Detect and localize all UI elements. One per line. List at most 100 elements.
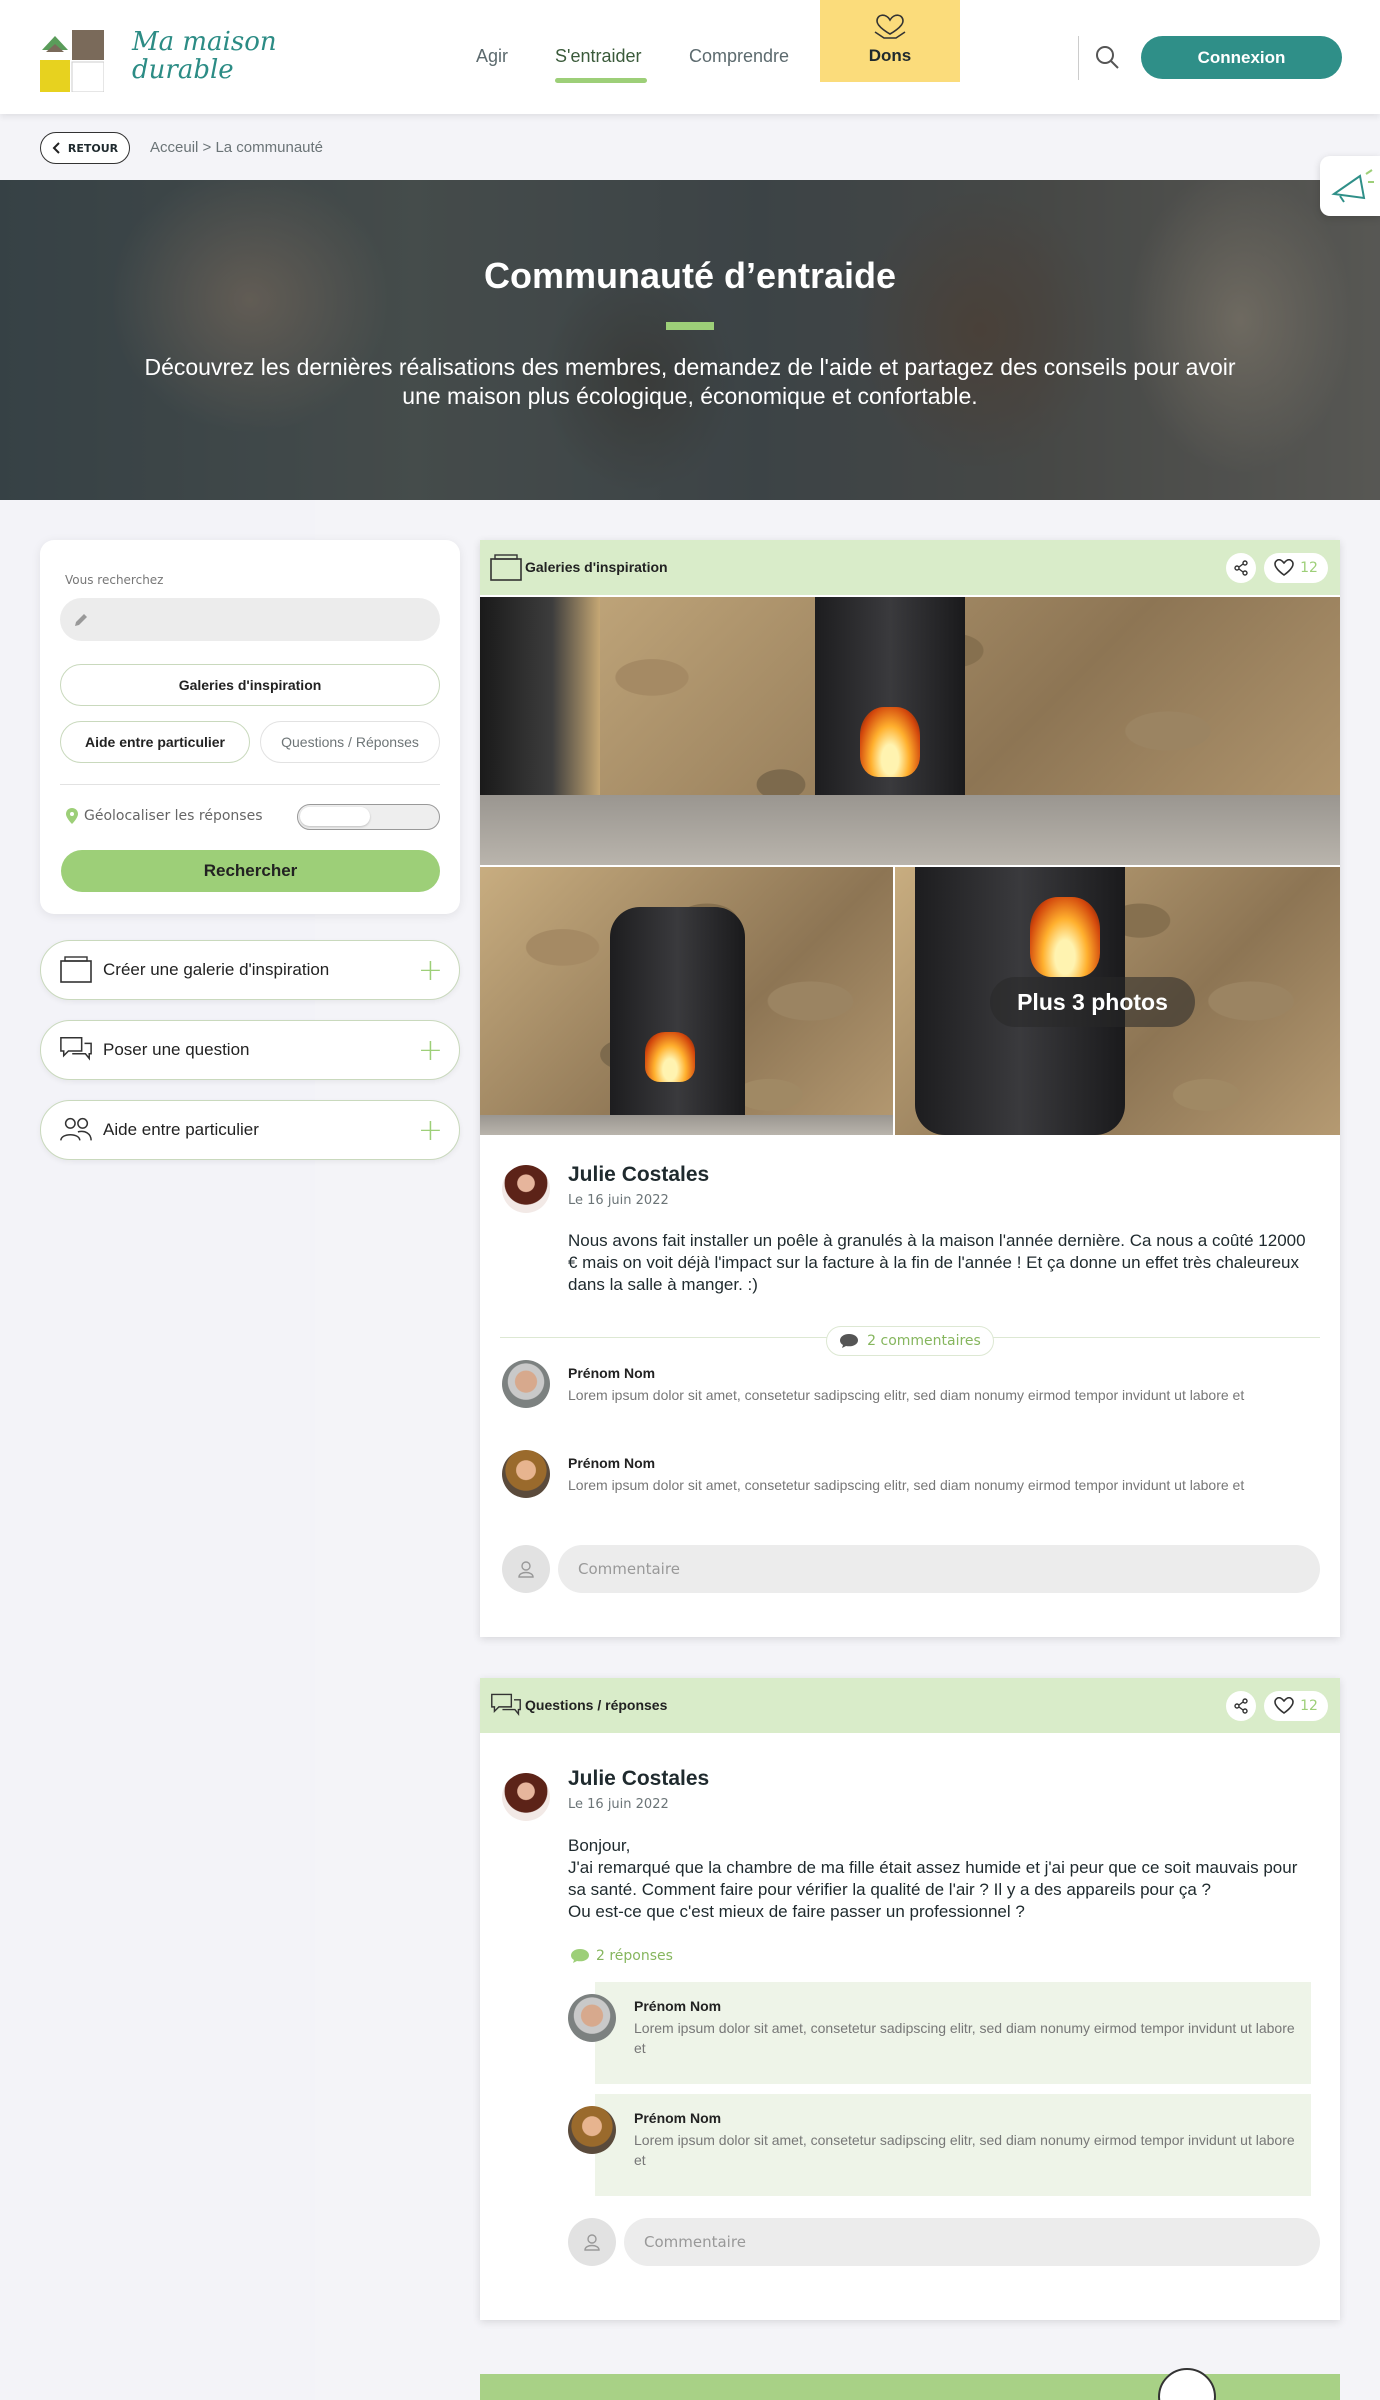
- chevron-left-icon: [52, 142, 60, 154]
- plus-icon: +: [417, 952, 443, 988]
- post-header: Questions / réponses 12: [480, 1678, 1340, 1733]
- like-count: 12: [1300, 560, 1318, 576]
- breadcrumb[interactable]: Acceuil > La communauté: [150, 139, 323, 156]
- gallery-icon: [59, 955, 93, 985]
- page-title: Communauté d’entraide: [483, 255, 897, 296]
- photo-detail: [480, 1115, 893, 1135]
- login-button[interactable]: Connexion: [1141, 36, 1342, 79]
- title-accent-bar: [666, 322, 714, 330]
- like-button[interactable]: 12: [1264, 553, 1328, 583]
- gallery-icon: [490, 554, 522, 581]
- post-card-question: Questions / réponses 12 Julie Costales L…: [480, 1678, 1340, 2320]
- filter-aide[interactable]: Aide entre particulier: [60, 721, 250, 763]
- pencil-icon: [75, 614, 87, 626]
- ask-question-button[interactable]: Poser une question +: [40, 1020, 460, 1080]
- page-subtitle: Découvrez les dernières réalisations des…: [144, 354, 1236, 409]
- brand-name[interactable]: Ma maison durable: [132, 28, 277, 84]
- comment-author[interactable]: Prénom Nom: [568, 1455, 655, 1471]
- heart-icon: [1274, 1697, 1294, 1714]
- reply-text: Lorem ipsum dolor sit amet, consetetur s…: [634, 2132, 1295, 2168]
- post-photo-2[interactable]: [480, 867, 893, 1135]
- comments-count: 2 commentaires: [867, 1333, 981, 1349]
- toggle-knob: [300, 807, 370, 826]
- back-button[interactable]: RETOUR: [40, 132, 130, 164]
- peer-help-button[interactable]: Aide entre particulier +: [40, 1100, 460, 1160]
- post-body-line: J'ai remarqué que la chambre de ma fille…: [568, 1858, 1298, 1899]
- ask-question-label: Poser une question: [103, 1040, 250, 1059]
- share-icon: [1234, 1698, 1248, 1714]
- post-card-gallery: Galeries d'inspiration 12 Plus 3 photos …: [480, 540, 1340, 1637]
- share-button[interactable]: [1226, 1691, 1256, 1721]
- hero-overlay: [0, 180, 1380, 500]
- avatar[interactable]: [568, 2106, 616, 2154]
- post-photo-main[interactable]: [480, 597, 1340, 865]
- dons-label: Dons: [868, 46, 912, 65]
- filter-questions[interactable]: Questions / Réponses: [260, 721, 440, 763]
- post-date: Le 16 juin 2022: [568, 1193, 669, 1208]
- comment-input[interactable]: Commentaire: [558, 1545, 1320, 1593]
- plus-icon: +: [417, 1112, 443, 1148]
- comment-input[interactable]: Commentaire: [624, 2218, 1320, 2266]
- geolocate-label: Géolocaliser les réponses: [66, 808, 263, 824]
- create-gallery-label: Créer une galerie d'inspiration: [103, 960, 330, 979]
- share-icon: [1234, 560, 1248, 576]
- post-header: Galeries d'inspiration 12: [480, 540, 1340, 595]
- brand-name-line2: durable: [132, 55, 234, 85]
- avatar[interactable]: [502, 1450, 550, 1498]
- photo-detail: [815, 597, 965, 865]
- post-body-line: Ou est-ce que c'est mieux de faire passe…: [568, 1902, 1025, 1921]
- like-count: 12: [1300, 1698, 1318, 1714]
- avatar[interactable]: [502, 1773, 550, 1821]
- avatar[interactable]: [502, 1360, 550, 1408]
- comment-bubble-icon: [840, 1334, 859, 1348]
- nav-sentraider[interactable]: S'entraider: [555, 46, 641, 67]
- search-submit-button[interactable]: Rechercher: [61, 850, 440, 892]
- chat-bubbles-icon: [491, 1693, 521, 1717]
- replies-toggle[interactable]: 2 réponses: [570, 1948, 673, 1964]
- dons-button[interactable]: Dons: [820, 0, 960, 82]
- comment-text: Lorem ipsum dolor sit amet, consetetur s…: [568, 1387, 1245, 1403]
- filter-galeries[interactable]: Galeries d'inspiration: [60, 664, 440, 706]
- search-divider: [60, 784, 440, 785]
- post-category: Galeries d'inspiration: [525, 559, 668, 575]
- post-photo-3[interactable]: Plus 3 photos: [895, 867, 1340, 1135]
- post-author[interactable]: Julie Costales: [568, 1163, 709, 1187]
- announcement-float-button[interactable]: [1320, 156, 1380, 216]
- nav-agir[interactable]: Agir: [476, 46, 508, 67]
- plus-icon: +: [417, 1032, 443, 1068]
- brand-name-line1: Ma maison: [132, 27, 277, 57]
- comment-bubble-icon: [571, 1949, 589, 1963]
- search-panel: Vous recherchez Galeries d'inspiration A…: [40, 540, 460, 914]
- nav-comprendre[interactable]: Comprendre: [689, 46, 789, 67]
- share-button[interactable]: [1226, 553, 1256, 583]
- like-button[interactable]: 12: [1264, 1691, 1328, 1721]
- comments-toggle[interactable]: 2 commentaires: [826, 1326, 994, 1356]
- location-pin-icon: [66, 808, 78, 824]
- reply-text: Lorem ipsum dolor sit amet, consetetur s…: [634, 2020, 1295, 2056]
- heart-icon: [1274, 559, 1294, 576]
- avatar[interactable]: [502, 1165, 550, 1213]
- photo-detail: [645, 1032, 695, 1082]
- peer-help-label: Aide entre particulier: [103, 1120, 259, 1139]
- create-gallery-button[interactable]: Créer une galerie d'inspiration +: [40, 940, 460, 1000]
- avatar[interactable]: [568, 1994, 616, 2042]
- geolocate-toggle[interactable]: [297, 804, 440, 830]
- current-user-avatar: [568, 2218, 616, 2266]
- comment-text: Lorem ipsum dolor sit amet, consetetur s…: [568, 1477, 1245, 1493]
- search-icon[interactable]: [1094, 44, 1120, 70]
- nav-active-indicator: [555, 78, 647, 83]
- current-user-avatar: [502, 1545, 550, 1593]
- comment-author[interactable]: Prénom Nom: [568, 1365, 655, 1381]
- reply-author[interactable]: Prénom Nom: [634, 2110, 721, 2126]
- more-photos-badge[interactable]: Plus 3 photos: [990, 977, 1195, 1027]
- post-body-line: Bonjour,: [568, 1836, 631, 1855]
- user-icon: [518, 1561, 534, 1578]
- brand-logo[interactable]: [40, 30, 105, 93]
- chat-bubbles-icon: [59, 1035, 93, 1065]
- post-body: Bonjour, J'ai remarqué que la chambre de…: [568, 1835, 1318, 1923]
- post-date: Le 16 juin 2022: [568, 1797, 669, 1812]
- geolocate-text: Géolocaliser les réponses: [84, 808, 263, 824]
- reply-author[interactable]: Prénom Nom: [634, 1998, 721, 2014]
- post-author[interactable]: Julie Costales: [568, 1767, 709, 1791]
- search-input[interactable]: [60, 598, 440, 641]
